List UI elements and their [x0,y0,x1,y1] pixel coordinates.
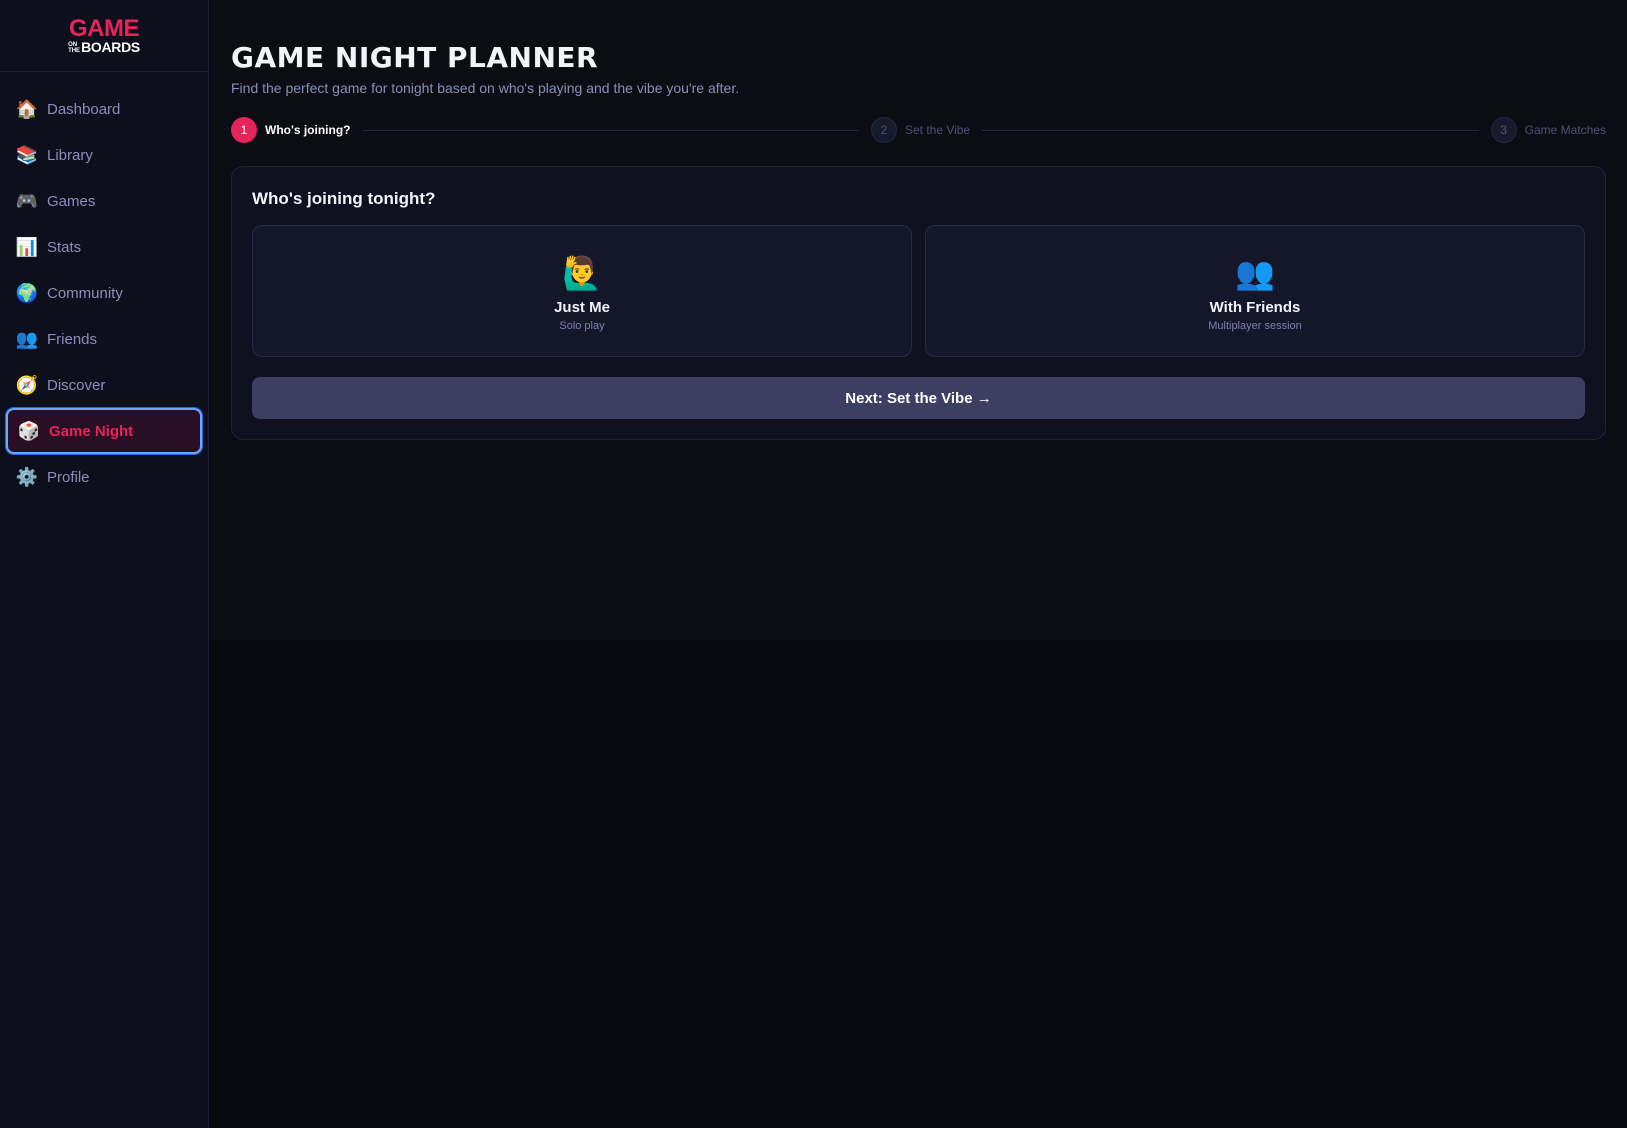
sidebar-item-friends[interactable]: 👥 Friends [6,316,202,362]
compass-icon: 🧭 [15,375,39,395]
gamepad-icon: 🎮 [15,191,39,211]
step-set-the-vibe[interactable]: 2 Set the Vibe [870,117,971,143]
globe-icon: 🌍 [15,283,39,303]
sidebar-item-label: Discover [47,376,106,394]
step-game-matches[interactable]: 3 Game Matches [1490,117,1607,143]
option-just-me[interactable]: 🙋‍♂️ Just Me Solo play [252,225,912,357]
page-subtitle: Find the perfect game for tonight based … [231,80,740,96]
next-set-the-vibe-button[interactable]: Next: Set the Vibe → [252,377,1585,419]
house-icon: 🏠 [15,99,39,119]
sidebar-item-label: Stats [47,238,82,256]
dice-icon: 🎲 [17,421,41,441]
sidebar-item-label: Library [47,146,93,164]
sidebar-item-stats[interactable]: 📊 Stats [6,224,202,270]
sidebar: GAME ON THE BOARDS 🏠 Dashboard 📚 Library [0,0,209,1128]
sidebar-item-game-night[interactable]: 🎲 Game Night [6,408,202,454]
sidebar-nav: 🏠 Dashboard 📚 Library 🎮 Games 📊 Stats 🌍 … [0,72,208,500]
sidebar-item-library[interactable]: 📚 Library [6,132,202,178]
step-label: Who's joining? [265,123,351,137]
step-connector [362,129,859,131]
brand-logo[interactable]: GAME ON THE BOARDS [68,15,140,55]
stepper: 1 Who's joining? 2 Set the Vibe 3 Game M… [231,116,1606,144]
sidebar-item-label: Dashboard [47,100,121,118]
step-whos-joining[interactable]: 1 Who's joining? [231,117,351,143]
step-number: 2 [870,117,897,143]
whos-joining-card: Who's joining tonight? 🙋‍♂️ Just Me Solo… [231,166,1606,440]
option-title: With Friends [1209,298,1301,316]
option-subtitle: Multiplayer session [1208,319,1302,332]
logo-small-text: ON THE [68,42,81,54]
step-number: 3 [1490,117,1517,143]
step-label: Game Matches [1524,123,1607,137]
player-options: 🙋‍♂️ Just Me Solo play 👥 With Friends Mu… [252,225,1585,357]
sidebar-item-label: Games [47,192,96,210]
option-title: Just Me [554,298,610,316]
sidebar-item-profile[interactable]: ⚙️ Profile [6,454,202,500]
step-label: Set the Vibe [904,123,971,137]
sidebar-item-label: Community [47,284,123,302]
sidebar-item-dashboard[interactable]: 🏠 Dashboard [6,86,202,132]
sidebar-item-label: Game Night [49,422,134,440]
card-title: Who's joining tonight? [252,189,436,208]
option-subtitle: Solo play [559,319,605,332]
sidebar-item-label: Profile [47,468,90,486]
sidebar-item-games[interactable]: 🎮 Games [6,178,202,224]
people-icon: 👥 [1235,254,1275,291]
option-with-friends[interactable]: 👥 With Friends Multiplayer session [925,225,1585,357]
person-raising-hand-icon: 🙋‍♂️ [562,254,602,291]
sidebar-item-label: Friends [47,330,98,348]
sidebar-item-community[interactable]: 🌍 Community [6,270,202,316]
logo-wordmark-top: GAME [69,15,140,42]
logo-area: GAME ON THE BOARDS [0,0,208,72]
step-connector [982,129,1479,131]
books-icon: 📚 [15,145,39,165]
page-title: GAME NIGHT PLANNER [231,41,599,74]
main-content: GAME NIGHT PLANNER Find the perfect game… [209,0,1627,1128]
gear-icon: ⚙️ [15,467,39,487]
step-number: 1 [231,117,257,143]
bar-chart-icon: 📊 [15,237,39,257]
sidebar-item-discover[interactable]: 🧭 Discover [6,362,202,408]
app-root: GAME ON THE BOARDS 🏠 Dashboard 📚 Library [0,0,1627,1128]
people-icon: 👥 [15,329,39,349]
logo-wordmark-bottom: BOARDS [81,39,140,55]
